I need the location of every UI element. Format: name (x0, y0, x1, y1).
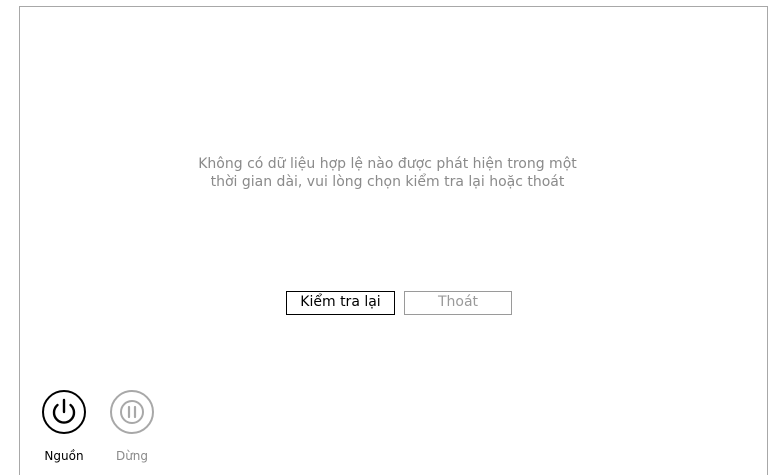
retry-button[interactable]: Kiểm tra lại (286, 291, 395, 315)
power-label: Nguồn (44, 449, 84, 463)
status-message: Không có dữ liệu hợp lệ nào được phát hi… (0, 155, 775, 191)
pause-button[interactable] (110, 390, 154, 434)
exit-button[interactable]: Thoát (404, 291, 512, 315)
status-message-line2: thời gian dài, vui lòng chọn kiểm tra lạ… (210, 174, 565, 190)
power-icon (52, 398, 76, 424)
status-message-line1: Không có dữ liệu hợp lệ nào được phát hi… (198, 156, 577, 172)
pause-icon (120, 400, 144, 424)
power-button[interactable] (42, 390, 86, 434)
pause-label: Dừng (115, 449, 149, 463)
